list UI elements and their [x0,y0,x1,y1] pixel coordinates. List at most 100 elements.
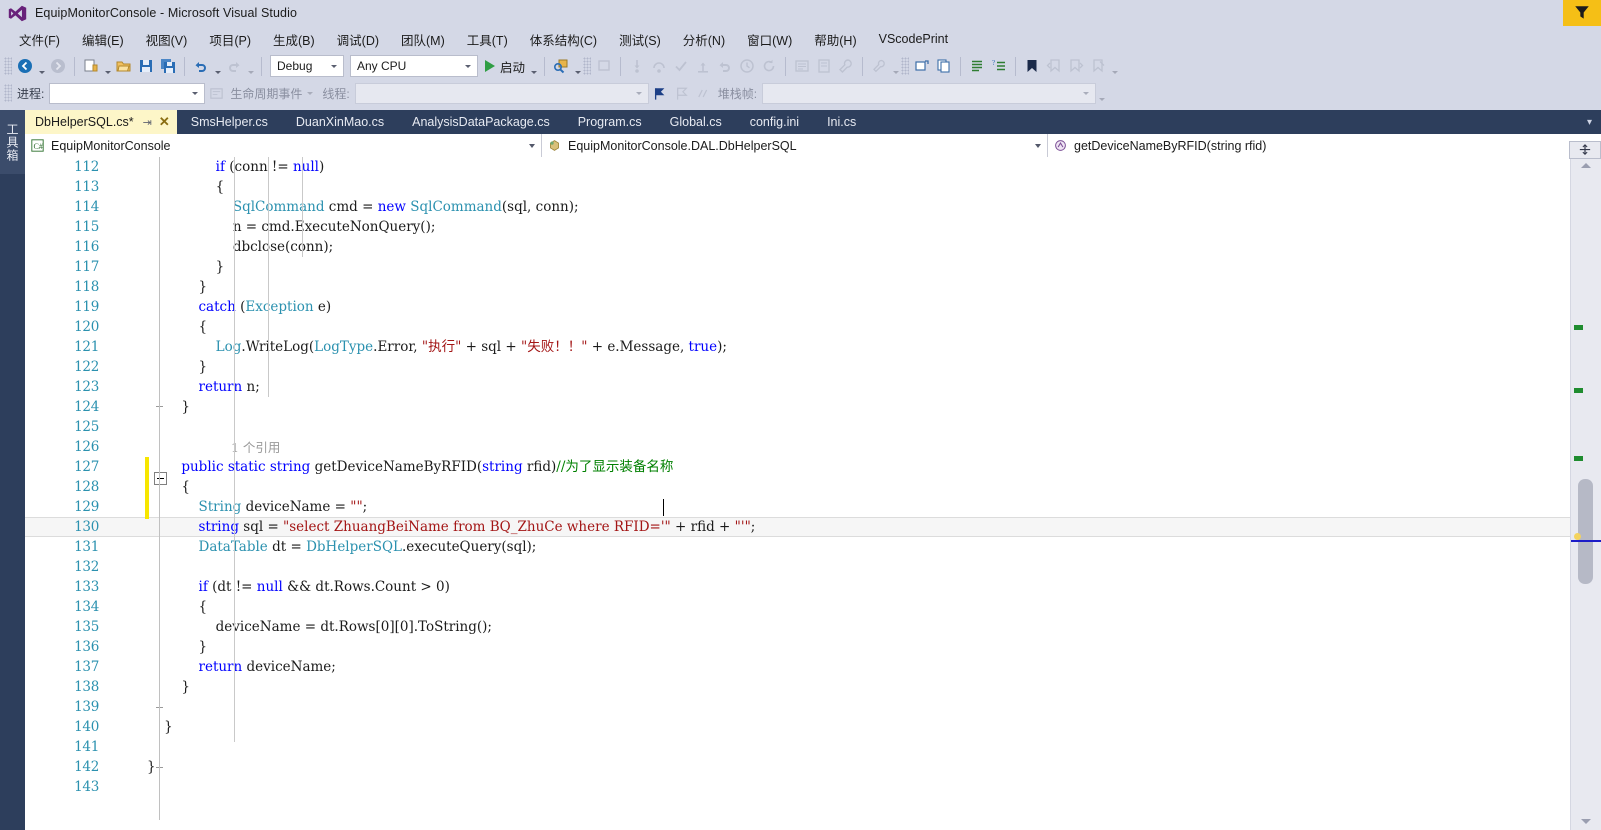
tab-duanxinmao[interactable]: DuanXinMao.cs [282,110,398,134]
code-line[interactable]: 124 } [25,397,1571,417]
undo-secondary-button[interactable] [714,55,736,77]
tab-analysisdatapackage[interactable]: AnalysisDataPackage.cs [398,110,564,134]
tab-config-ini[interactable]: config.ini [736,110,813,134]
code-line[interactable]: 127 public static string getDeviceNameBy… [25,457,1571,477]
check-button[interactable] [670,55,692,77]
code-line[interactable]: 136 } [25,637,1571,657]
debugbar-grip[interactable] [4,84,12,102]
lifecycle-events-icon-button[interactable] [205,82,227,104]
close-icon[interactable]: ✕ [159,114,170,130]
menu-test[interactable]: 测试(S) [608,27,672,52]
step-out-button[interactable] [692,55,714,77]
code-line[interactable]: 117 } [25,257,1571,277]
code-line[interactable]: 119 catch (Exception e) [25,297,1571,317]
history-button[interactable] [736,55,758,77]
clear-bookmarks-button[interactable] [1087,55,1109,77]
solution-explorer-button[interactable] [791,55,813,77]
solution-platform-combo[interactable]: Any CPU [350,55,478,77]
code-line[interactable]: 125 [25,417,1571,437]
code-text-area[interactable]: 112 if (conn != null) 113 {114 SqlCommand… [25,157,1571,830]
code-line[interactable]: 139 [25,697,1571,717]
new-project-button[interactable] [80,55,102,77]
code-line[interactable]: 113 { [25,177,1571,197]
show-threads-button[interactable] [693,82,715,104]
step-over-button[interactable] [648,55,670,77]
properties-window-button[interactable] [813,55,835,77]
unflag-threads-button[interactable] [671,82,693,104]
code-line[interactable]: 120 { [25,317,1571,337]
menu-file[interactable]: 文件(F) [8,27,71,52]
scroll-down-button[interactable] [1571,813,1601,830]
menu-analyze[interactable]: 分析(N) [672,27,736,52]
tab-program[interactable]: Program.cs [564,110,656,134]
code-line[interactable]: 134 { [25,597,1571,617]
menu-vscodeprint[interactable]: VScodePrint [868,29,959,49]
code-line[interactable]: 118 } [25,277,1571,297]
code-line[interactable]: 137 return deviceName; [25,657,1571,677]
menu-window[interactable]: 窗口(W) [736,27,803,52]
menu-debug[interactable]: 调试(D) [326,27,390,52]
feedback-filter-button[interactable] [1563,0,1601,26]
stackframe-combo[interactable] [762,82,1097,104]
tab-ini[interactable]: Ini.cs [813,110,870,134]
flag-threads-button[interactable] [649,82,671,104]
navigate-backward-dropdown[interactable] [36,52,47,81]
collapse-region-toggle[interactable] [154,472,167,485]
refresh-button[interactable] [758,55,780,77]
uncomment-lines-button[interactable]: ? [988,55,1010,77]
navbar-project-dropdown[interactable]: C# EquipMonitorConsole [25,134,542,157]
codelens-reference-count[interactable]: 1 个引用 [231,437,280,456]
code-line[interactable]: 141 [25,737,1571,757]
new-window-button[interactable] [911,55,933,77]
tab-smshelper[interactable]: SmsHelper.cs [177,110,282,134]
attach-process-dropdown[interactable] [572,52,583,81]
navbar-type-dropdown[interactable]: EquipMonitorConsole.DAL.DbHelperSQL [542,134,1048,157]
menu-edit[interactable]: 编辑(E) [71,27,135,52]
solution-configuration-combo[interactable]: Debug [270,55,344,77]
previous-bookmark-button[interactable] [1043,55,1065,77]
navbar-member-dropdown[interactable]: getDeviceNameByRFID(string rfid) [1048,134,1601,157]
toolbar-grip-3[interactable] [901,57,910,75]
menu-build[interactable]: 生成(B) [262,27,326,52]
scrollbar-thumb[interactable] [1578,479,1593,584]
code-line[interactable]: 112 if (conn != null) [25,157,1571,177]
scroll-up-button[interactable] [1571,157,1601,174]
code-line[interactable]: 128 { [25,477,1571,497]
menu-view[interactable]: 视图(V) [135,27,199,52]
step-into-button[interactable] [626,55,648,77]
comment-lines-button[interactable] [966,55,988,77]
code-line[interactable]: 142} [25,757,1571,777]
undo-dropdown[interactable] [212,52,223,81]
code-line[interactable]: 121 Log.WriteLog(LogType.Error, "执行" + s… [25,337,1571,357]
thread-combo[interactable] [354,82,649,104]
next-bookmark-button[interactable] [1065,55,1087,77]
menu-project[interactable]: 项目(P) [198,27,262,52]
tools-options-dropdown[interactable] [890,52,901,81]
tools-options-button[interactable] [868,55,890,77]
chevron-down-icon[interactable]: ▾ [1582,117,1597,128]
code-line[interactable]: 138 } [25,677,1571,697]
tab-strip-overflow[interactable]: ▾ [1582,110,1601,134]
copy-window-button[interactable] [933,55,955,77]
code-line[interactable]: 132 [25,557,1571,577]
lifecycle-dropdown-icon[interactable] [307,91,314,95]
code-line[interactable]: 129 String deviceName = ""; [25,497,1571,517]
pin-icon[interactable]: ⇥ [143,116,152,129]
save-all-button[interactable] [157,55,179,77]
code-line[interactable]: 143 [25,777,1571,797]
undo-button[interactable] [190,55,212,77]
menu-help[interactable]: 帮助(H) [803,27,867,52]
start-debug-button[interactable]: 启动 [481,55,528,77]
code-line[interactable]: 115 n = cmd.ExecuteNonQuery(); [25,217,1571,237]
navigate-backward-button[interactable] [14,55,36,77]
menu-team[interactable]: 团队(M) [390,27,456,52]
toolbox-tab[interactable]: 工具箱 [0,110,25,174]
code-editor[interactable]: 112 if (conn != null) 113 {114 SqlCommand… [25,157,1601,830]
toolbar-overflow-button[interactable] [1109,52,1120,81]
code-line[interactable]: 114 SqlCommand cmd = new SqlCommand(sql,… [25,197,1571,217]
tab-dbhelpersql[interactable]: DbHelperSQL.cs* ⇥ ✕ [25,110,177,134]
start-debug-dropdown[interactable] [528,52,539,81]
process-combo[interactable] [49,82,206,104]
menu-tools[interactable]: 工具(T) [456,27,519,52]
code-line[interactable]: 130 string sql = "select ZhuangBeiName f… [25,517,1571,537]
